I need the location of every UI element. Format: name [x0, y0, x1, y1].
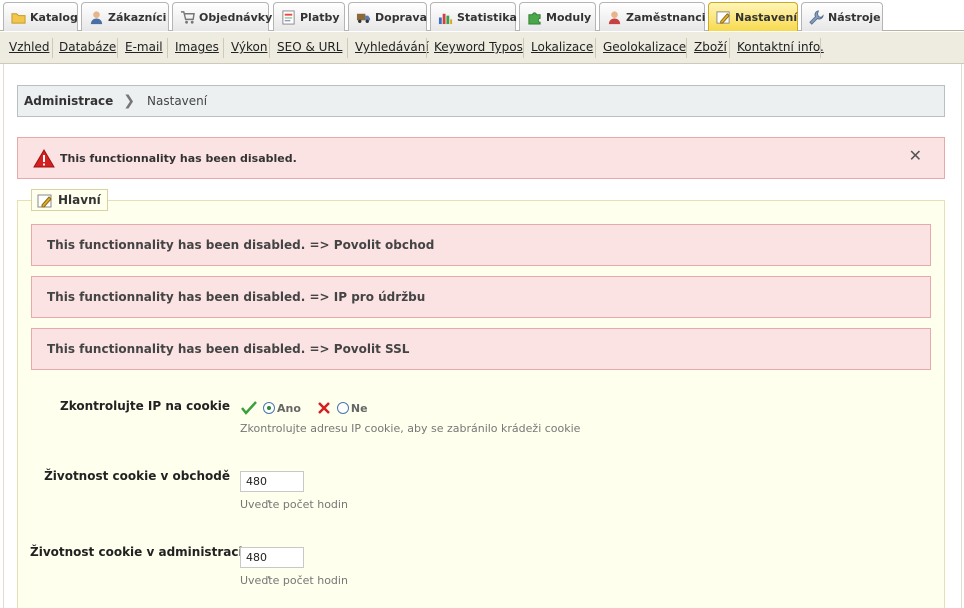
tab-label: Statistika: [457, 10, 517, 24]
check-icon: [241, 401, 257, 415]
radio-no-label[interactable]: Ne: [351, 402, 368, 415]
cookie-admin-label: Životnost cookie v administraci: [30, 545, 243, 559]
divider: [595, 38, 596, 58]
divider: [223, 38, 224, 58]
divider: [820, 38, 821, 58]
tab-objednavky[interactable]: Objednávky: [172, 2, 273, 31]
settings-submenu: Vzhled Databáze E-mail Images Výkon SEO …: [0, 32, 964, 64]
tab-doprava[interactable]: Doprava: [348, 2, 427, 31]
fieldset-legend: Hlavní: [31, 189, 108, 211]
puzzle-icon: [528, 12, 541, 25]
tab-label: Katalog: [30, 10, 78, 24]
check-ip-hint: Zkontrolujte adresu IP cookie, aby se za…: [240, 422, 581, 435]
submenu-vzhled[interactable]: Vzhled: [9, 40, 49, 54]
close-icon[interactable]: ✕: [909, 146, 922, 165]
wrench-icon: [809, 10, 824, 25]
submenu-vyhledavani[interactable]: Vyhledávání: [355, 40, 429, 54]
tab-statistika[interactable]: Statistika: [430, 2, 517, 31]
tab-zakaznici[interactable]: Zákazníci: [81, 2, 169, 31]
disabled-notice: This functionnality has been disabled. =…: [31, 328, 931, 370]
warning-icon: [33, 149, 55, 168]
submenu-kontaktni-info[interactable]: Kontaktní info.: [737, 40, 824, 54]
divider: [269, 38, 270, 58]
tab-zamestnanci[interactable]: Zaměstnanci: [599, 2, 706, 31]
alert-message: This functionnality has been disabled.: [60, 151, 297, 165]
divider: [347, 38, 348, 58]
divider: [52, 38, 53, 58]
submenu-zbozi[interactable]: Zboží: [694, 40, 727, 54]
employee-icon: [608, 11, 621, 25]
cookie-shop-hint: Uveďte počet hodin: [240, 498, 348, 511]
check-ip-label: Zkontrolujte IP na cookie: [60, 399, 230, 413]
tab-label: Objednávky: [199, 10, 273, 24]
tab-katalog[interactable]: Katalog: [3, 2, 78, 31]
submenu-geolokalizace[interactable]: Geolokalizace: [603, 40, 686, 54]
tab-label: Nástroje: [828, 10, 881, 24]
settings-icon: [716, 11, 730, 24]
breadcrumb-current: Nastavení: [147, 94, 208, 108]
user-icon: [90, 11, 103, 25]
tab-label: Nastavení: [735, 10, 798, 24]
radio-yes[interactable]: [263, 402, 275, 414]
tab-label: Moduly: [546, 10, 592, 24]
submenu-vykon[interactable]: Výkon: [231, 40, 267, 54]
cookie-shop-input[interactable]: [240, 471, 304, 492]
notice-text: This functionnality has been disabled. =…: [47, 342, 410, 356]
cookie-admin-input[interactable]: [240, 547, 304, 568]
tab-label: Doprava: [375, 10, 428, 24]
notice-text: This functionnality has been disabled. =…: [47, 238, 435, 252]
divider: [426, 38, 427, 58]
submenu-seo-url[interactable]: SEO & URL: [277, 40, 342, 54]
truck-icon: [356, 13, 371, 23]
tab-nastroje[interactable]: Nástroje: [801, 2, 883, 31]
cookie-admin-hint: Uveďte počet hodin: [240, 574, 348, 587]
disabled-notice: This functionnality has been disabled. =…: [31, 224, 931, 266]
radio-no[interactable]: [336, 402, 349, 414]
divider: [523, 38, 524, 58]
divider: [729, 38, 730, 58]
invoice-icon: [282, 10, 295, 25]
chart-icon: [438, 13, 453, 25]
submenu-email[interactable]: E-mail: [125, 40, 163, 54]
legend-label: Hlavní: [58, 193, 101, 207]
submenu-lokalizace[interactable]: Lokalizace: [531, 40, 593, 54]
cookie-shop-label: Životnost cookie v obchodě: [44, 469, 230, 483]
divider: [686, 38, 687, 58]
check-ip-radio-group: Ano Ne: [241, 400, 368, 416]
tab-nastaveni[interactable]: Nastavení: [708, 2, 798, 31]
disabled-notice: This functionnality has been disabled. =…: [31, 276, 931, 318]
error-alert: This functionnality has been disabled. ✕: [17, 137, 945, 179]
divider: [167, 38, 168, 58]
radio-yes-label[interactable]: Ano: [277, 402, 301, 415]
breadcrumb: Administrace ❯ Nastavení: [17, 85, 945, 117]
submenu-images[interactable]: Images: [175, 40, 219, 54]
tab-label: Zákazníci: [108, 10, 167, 24]
breadcrumb-root[interactable]: Administrace: [24, 94, 113, 108]
settings-icon: [37, 194, 52, 208]
tab-label: Zaměstnanci: [626, 10, 706, 24]
notice-text: This functionnality has been disabled. =…: [47, 290, 426, 304]
submenu-keyword-typos[interactable]: Keyword Typos: [434, 40, 523, 54]
tab-platby[interactable]: Platby: [273, 2, 345, 31]
tab-moduly[interactable]: Moduly: [519, 2, 596, 31]
folder-icon: [11, 13, 26, 24]
submenu-databaze[interactable]: Databáze: [59, 40, 116, 54]
chevron-right-icon: ❯: [123, 93, 136, 109]
cross-icon: [318, 402, 330, 414]
cart-icon: [180, 11, 195, 24]
divider: [117, 38, 118, 58]
tab-label: Platby: [300, 10, 340, 24]
main-tabs: Katalog Zákazníci Objednávky Platby Dopr…: [0, 0, 964, 31]
